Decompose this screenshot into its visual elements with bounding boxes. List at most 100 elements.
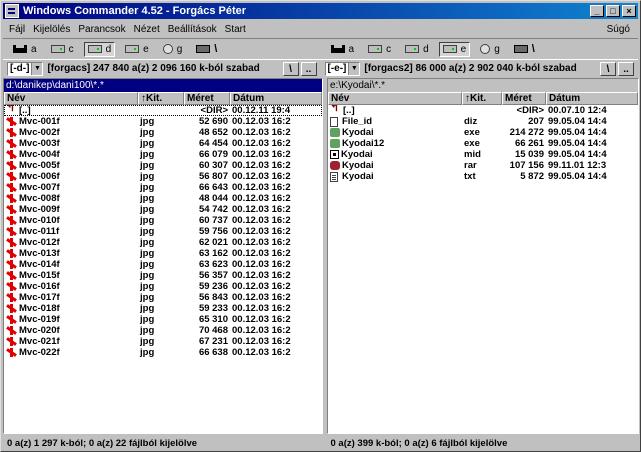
file-row[interactable]: Mvc-002f jpg 48 652 00.12.03 16:2 (4, 127, 322, 138)
file-row[interactable]: Kyodai rar 107 156 99.11.01 12:3 (328, 160, 638, 171)
chevron-down-icon[interactable]: ▼ (31, 62, 43, 75)
drive-button-e[interactable]: e (121, 42, 153, 57)
file-ext: jpg (140, 116, 155, 127)
left-file-panel[interactable]: d:\danikep\dani100\*.* Név ↑Kit. Méret D… (3, 78, 323, 434)
drive-button-network[interactable]: \ (510, 42, 539, 57)
file-size: 59 756 (198, 226, 228, 237)
file-name-cell: Mvc-014f (4, 259, 138, 270)
file-row[interactable]: Mvc-003f jpg 64 454 00.12.03 16:2 (4, 138, 322, 149)
file-name: Mvc-007f (19, 182, 60, 193)
drive-button-d[interactable]: d (401, 42, 433, 57)
hard-drive-icon (50, 45, 65, 53)
file-ext: jpg (140, 127, 155, 138)
file-date: 99.05.04 14:4 (548, 127, 607, 138)
jpg-file-icon (6, 216, 17, 225)
drive-button-c[interactable]: c (364, 42, 395, 57)
drive-button-a[interactable]: a (327, 42, 359, 57)
file-row[interactable]: [..] <DIR> 00.07.10 12:4 (328, 105, 638, 116)
file-row[interactable]: Mvc-014f jpg 63 623 00.12.03 16:2 (4, 259, 322, 270)
menu-file[interactable]: Fájl (3, 24, 29, 35)
file-row[interactable]: Mvc-006f jpg 56 807 00.12.03 16:2 (4, 171, 322, 182)
menu-start[interactable]: Start (221, 24, 250, 35)
close-button[interactable]: × (622, 5, 636, 17)
file-row[interactable]: Kyodai mid 15 039 99.05.04 14:4 (328, 149, 638, 160)
file-ext: jpg (140, 303, 155, 314)
drive-select[interactable]: [-e-] ▼ (324, 61, 361, 76)
drive-button-g[interactable]: g (476, 42, 504, 57)
column-header-size[interactable]: Méret (184, 92, 230, 105)
file-date: 00.12.03 16:2 (232, 171, 291, 182)
menu-view[interactable]: Nézet (130, 24, 164, 35)
file-row[interactable]: Kyodai exe 214 272 99.05.04 14:4 (328, 127, 638, 138)
file-row[interactable]: Mvc-018f jpg 59 233 00.12.03 16:2 (4, 303, 322, 314)
file-row[interactable]: Mvc-004f jpg 66 079 00.12.03 16:2 (4, 149, 322, 160)
file-row[interactable]: Mvc-017f jpg 56 843 00.12.03 16:2 (4, 292, 322, 303)
file-row[interactable]: Kyodai txt 5 872 99.05.04 14:4 (328, 171, 638, 182)
file-row[interactable]: Mvc-009f jpg 54 742 00.12.03 16:2 (4, 204, 322, 215)
drive-button-g[interactable]: g (159, 42, 187, 57)
drive-button-d[interactable]: d (83, 41, 116, 57)
column-header-ext[interactable]: ↑Kit. (138, 92, 184, 105)
menu-settings[interactable]: Beállítások (164, 24, 221, 35)
file-row[interactable]: [..] <DIR> 00.12.11 19:4 (4, 105, 322, 116)
title-bar[interactable]: Windows Commander 4.52 - Forgács Péter _… (3, 3, 638, 19)
app-icon[interactable] (5, 4, 19, 18)
drive-select[interactable]: [-d-] ▼ (7, 61, 44, 76)
file-name: Mvc-008f (19, 193, 60, 204)
file-row[interactable]: File_id diz 207 99.05.04 14:4 (328, 116, 638, 127)
file-row[interactable]: Mvc-019f jpg 65 310 00.12.03 16:2 (4, 314, 322, 325)
file-row[interactable]: Mvc-012f jpg 62 021 00.12.03 16:2 (4, 237, 322, 248)
file-name-cell: Kyodai (328, 171, 462, 182)
drive-button-network[interactable]: \ (192, 42, 221, 57)
file-row[interactable]: Mvc-001f jpg 52 690 00.12.03 16:2 (4, 116, 322, 127)
file-row[interactable]: Mvc-008f jpg 48 044 00.12.03 16:2 (4, 193, 322, 204)
drive-label: c (386, 43, 392, 55)
root-dir-button[interactable]: \ (600, 61, 616, 76)
file-row[interactable]: Mvc-010f jpg 60 737 00.12.03 16:2 (4, 215, 322, 226)
menu-help[interactable]: Súgó (603, 24, 638, 35)
column-header-date[interactable]: Dátum (546, 92, 638, 105)
file-row[interactable]: Mvc-013f jpg 63 162 00.12.03 16:2 (4, 248, 322, 259)
menu-commands[interactable]: Parancsok (74, 24, 129, 35)
file-row[interactable]: Mvc-015f jpg 56 357 00.12.03 16:2 (4, 270, 322, 281)
right-status-text: 0 a(z) 399 k-ból; 0 a(z) 6 fájlból kijel… (330, 438, 508, 449)
file-row[interactable]: Mvc-016f jpg 59 236 00.12.03 16:2 (4, 281, 322, 292)
root-dir-button[interactable]: \ (282, 61, 299, 76)
right-file-panel[interactable]: e:\Kyodai\*.* Név ↑Kit. Méret Dátum [..]… (327, 78, 639, 434)
file-row[interactable]: Mvc-011f jpg 59 756 00.12.03 16:2 (4, 226, 322, 237)
file-row[interactable]: Mvc-007f jpg 66 643 00.12.03 16:2 (4, 182, 322, 193)
drive-button-e[interactable]: e (438, 41, 471, 57)
file-ext: jpg (140, 215, 155, 226)
file-size: 64 454 (198, 138, 228, 149)
chevron-down-icon[interactable]: ▼ (348, 62, 360, 75)
file-size: <DIR> (200, 105, 228, 116)
maximize-button[interactable]: □ (606, 5, 620, 17)
cd-drive-icon (480, 44, 491, 54)
drive-button-c[interactable]: c (47, 42, 78, 57)
drive-label: e (143, 43, 149, 55)
file-row[interactable]: Kyodai12 exe 66 261 99.05.04 14:4 (328, 138, 638, 149)
file-row[interactable]: Mvc-005f jpg 60 307 00.12.03 16:2 (4, 160, 322, 171)
file-ext: exe (464, 127, 480, 138)
file-row[interactable]: Mvc-021f jpg 67 231 00.12.03 16:2 (4, 336, 322, 347)
drive-button-a[interactable]: a (9, 42, 41, 57)
column-header-ext[interactable]: ↑Kit. (462, 92, 502, 105)
parent-dir-button[interactable]: .. (618, 61, 634, 76)
cd-drive-icon (162, 44, 173, 54)
file-name: Mvc-011f (19, 226, 60, 237)
jpg-file-icon (6, 117, 17, 126)
column-header-date[interactable]: Dátum (230, 92, 322, 105)
column-header-size[interactable]: Méret (502, 92, 546, 105)
file-row[interactable]: Mvc-020f jpg 70 468 00.12.03 16:2 (4, 325, 322, 336)
column-header-name[interactable]: Név (328, 92, 462, 105)
jpg-file-icon (6, 205, 17, 214)
column-header-name[interactable]: Név (4, 92, 138, 105)
file-row[interactable]: Mvc-022f jpg 66 638 00.12.03 16:2 (4, 347, 322, 358)
file-size: 63 162 (198, 248, 228, 259)
file-date: 00.12.03 16:2 (232, 160, 291, 171)
menu-selection[interactable]: Kijelölés (29, 24, 74, 35)
file-name-cell: Mvc-004f (4, 149, 138, 160)
minimize-button[interactable]: _ (590, 5, 604, 17)
file-name-cell: Mvc-012f (4, 237, 138, 248)
parent-dir-button[interactable]: .. (300, 61, 317, 76)
